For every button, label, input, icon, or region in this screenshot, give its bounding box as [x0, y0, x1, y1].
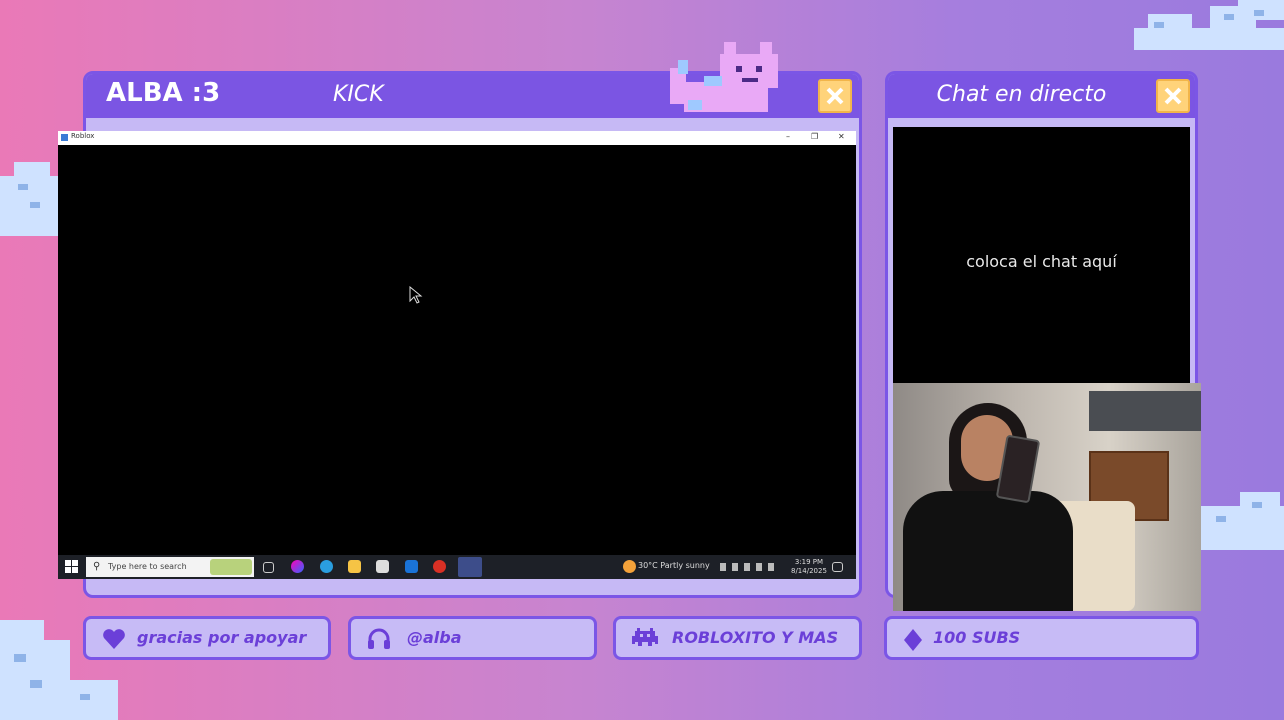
- chat-title: Chat en directo: [936, 82, 1107, 107]
- games-label: ROBLOXITO Y MAS: [672, 628, 839, 647]
- edge-icon[interactable]: [320, 560, 333, 573]
- clock-time: 3:19 PM: [794, 558, 824, 566]
- game-window-titlebar: Roblox – ❐ ✕: [58, 131, 856, 145]
- chat-close-button[interactable]: [1156, 79, 1190, 113]
- roblox-taskbar-icon[interactable]: [458, 557, 482, 577]
- roblox-icon: [61, 134, 68, 141]
- webcam-ceiling-beam: [1089, 391, 1201, 431]
- cloud-decoration-right: [1200, 492, 1284, 550]
- space-invader-icon: [632, 628, 658, 646]
- taskbar-search-input[interactable]: ⚲ Type here to search: [86, 557, 254, 577]
- support-button[interactable]: gracias por apoyar: [83, 616, 331, 660]
- file-explorer-icon[interactable]: [348, 560, 361, 573]
- search-icon: ⚲: [93, 561, 101, 572]
- webcam-feed: [893, 383, 1201, 611]
- store-icon[interactable]: [376, 560, 389, 573]
- clock-date: 8/14/2025: [791, 567, 827, 575]
- close-icon: [1164, 87, 1182, 105]
- notification-icon[interactable]: [832, 562, 843, 572]
- subs-button[interactable]: 100 SUBS: [884, 616, 1199, 660]
- weather-icon: [623, 560, 636, 573]
- support-label: gracias por apoyar: [137, 628, 307, 647]
- minimize-button[interactable]: –: [786, 132, 790, 141]
- outlook-icon[interactable]: [405, 560, 418, 573]
- game-window-title: Roblox: [71, 132, 95, 140]
- windows-taskbar: ⚲ Type here to search 30°C Partly sunny …: [58, 555, 856, 579]
- system-tray-icons[interactable]: [720, 563, 778, 571]
- webcam-person-body: [903, 491, 1073, 611]
- headphones-icon: [368, 628, 390, 649]
- chrome-icon[interactable]: [433, 560, 446, 573]
- cloud-decoration-top-right: [1134, 0, 1284, 50]
- heart-icon: [103, 629, 125, 649]
- weather-text[interactable]: 30°C Partly sunny: [638, 561, 710, 570]
- game-window[interactable]: Roblox – ❐ ✕ ⚲ Type here to search 30°C …: [58, 131, 856, 579]
- subs-label: 100 SUBS: [933, 628, 1021, 647]
- streamer-name: ALBA :3: [106, 78, 221, 108]
- pixel-cat-icon: [670, 42, 778, 112]
- window-close-button[interactable]: ✕: [838, 132, 845, 141]
- cloud-decoration-left: [0, 162, 58, 236]
- task-view-icon[interactable]: [263, 562, 274, 573]
- chat-area[interactable]: coloca el chat aquí: [893, 127, 1190, 385]
- diamond-icon: [904, 629, 922, 651]
- search-placeholder: Type here to search: [108, 562, 187, 571]
- chat-titlebar: Chat en directo: [888, 74, 1195, 118]
- close-button[interactable]: [818, 79, 852, 113]
- platform-label: KICK: [333, 82, 384, 107]
- copilot-icon[interactable]: [291, 560, 304, 573]
- games-button[interactable]: ROBLOXITO Y MAS: [613, 616, 862, 660]
- handle-button[interactable]: @alba: [348, 616, 597, 660]
- mouse-cursor-icon: [409, 286, 423, 304]
- chat-placeholder: coloca el chat aquí: [966, 252, 1117, 271]
- maximize-button[interactable]: ❐: [811, 132, 818, 141]
- taskbar-clock[interactable]: 3:19 PM 8/14/2025: [791, 558, 827, 576]
- close-icon: [826, 87, 844, 105]
- search-highlight-image: [210, 559, 252, 575]
- handle-label: @alba: [407, 628, 462, 647]
- windows-start-icon[interactable]: [65, 560, 78, 573]
